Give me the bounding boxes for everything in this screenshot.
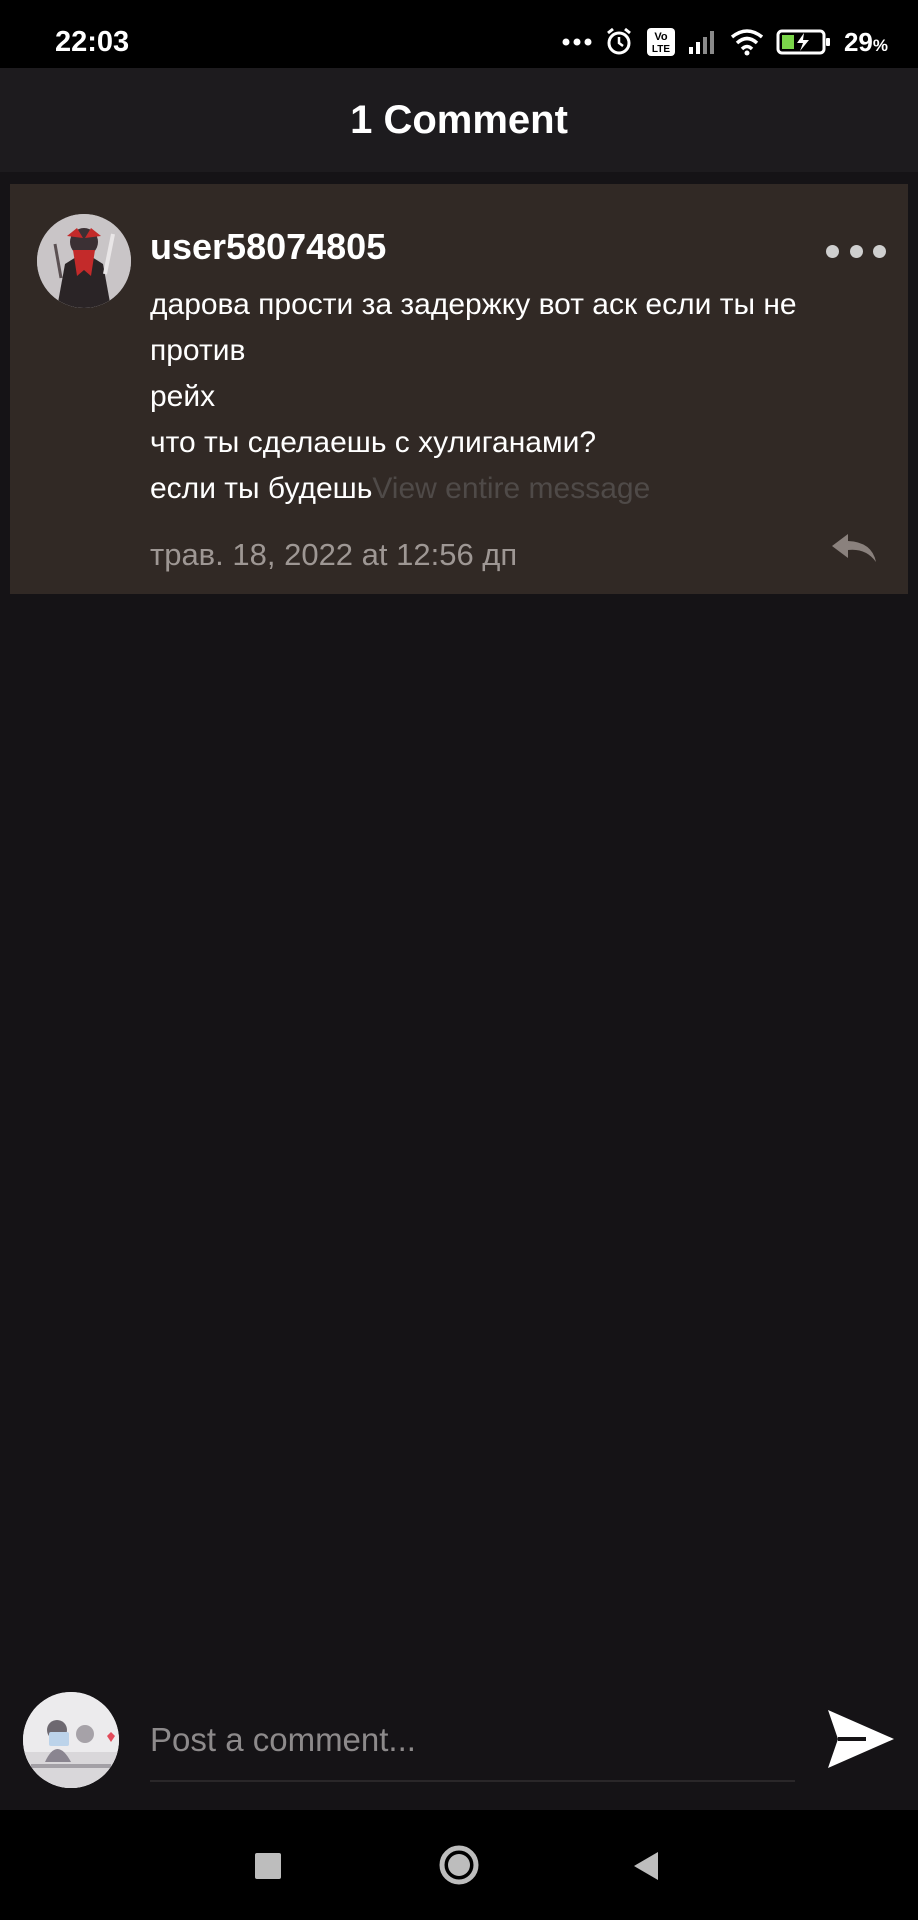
send-icon[interactable] (826, 1706, 896, 1772)
status-time: 22:03 (55, 26, 130, 58)
comment-line: рейх (150, 380, 216, 413)
reply-icon[interactable] (828, 528, 880, 568)
my-avatar[interactable] (23, 1692, 119, 1788)
wifi-icon (730, 28, 764, 56)
comment-line: против (150, 334, 246, 367)
avatar[interactable] (37, 214, 131, 308)
comment-timestamp: трав. 18, 2022 at 12:56 дп (150, 537, 518, 572)
battery-percent-value: 29 (843, 26, 873, 57)
battery-charging-icon (776, 28, 832, 56)
comment-line-last: если ты будешьView entire message (150, 466, 890, 512)
comment-line: если ты будешь (150, 472, 373, 505)
comment-text: дарова прости за задержку вот аск если т… (150, 282, 890, 512)
volte-badge-top: Vo (654, 31, 668, 43)
comment-username[interactable]: user58074805 (150, 226, 386, 268)
comment-line: дарова прости за задержку вот аск если т… (150, 288, 797, 321)
home-circle-icon[interactable] (438, 1844, 480, 1891)
recents-square-icon[interactable] (254, 1852, 282, 1885)
comment-composer (0, 1670, 918, 1810)
volte-icon: Vo LTE (646, 27, 676, 57)
signal-icon (688, 29, 718, 55)
comment-line: что ты сделаешь с хулиганами? (150, 426, 597, 459)
system-nav-bar (0, 1810, 918, 1920)
page-title: 1 Comment (350, 97, 568, 142)
volte-badge-bottom: LTE (652, 44, 670, 55)
status-icons: Vo LTE 29% (562, 22, 888, 62)
battery-percent-unit: % (872, 35, 888, 55)
battery-percent: 29% (844, 27, 888, 58)
comment-input[interactable] (150, 1700, 795, 1782)
comment-card[interactable]: user58074805 дарова прости за задержку в… (10, 184, 908, 594)
status-bar: 22:03 Vo LTE 29% (0, 0, 918, 68)
more-options-icon[interactable] (826, 236, 886, 266)
more-dots-icon (562, 37, 592, 47)
comments-header: 1 Comment (0, 68, 918, 172)
back-triangle-icon[interactable] (632, 1850, 660, 1887)
alarm-icon (604, 27, 634, 57)
view-entire-message-link[interactable]: View entire message (372, 472, 650, 505)
